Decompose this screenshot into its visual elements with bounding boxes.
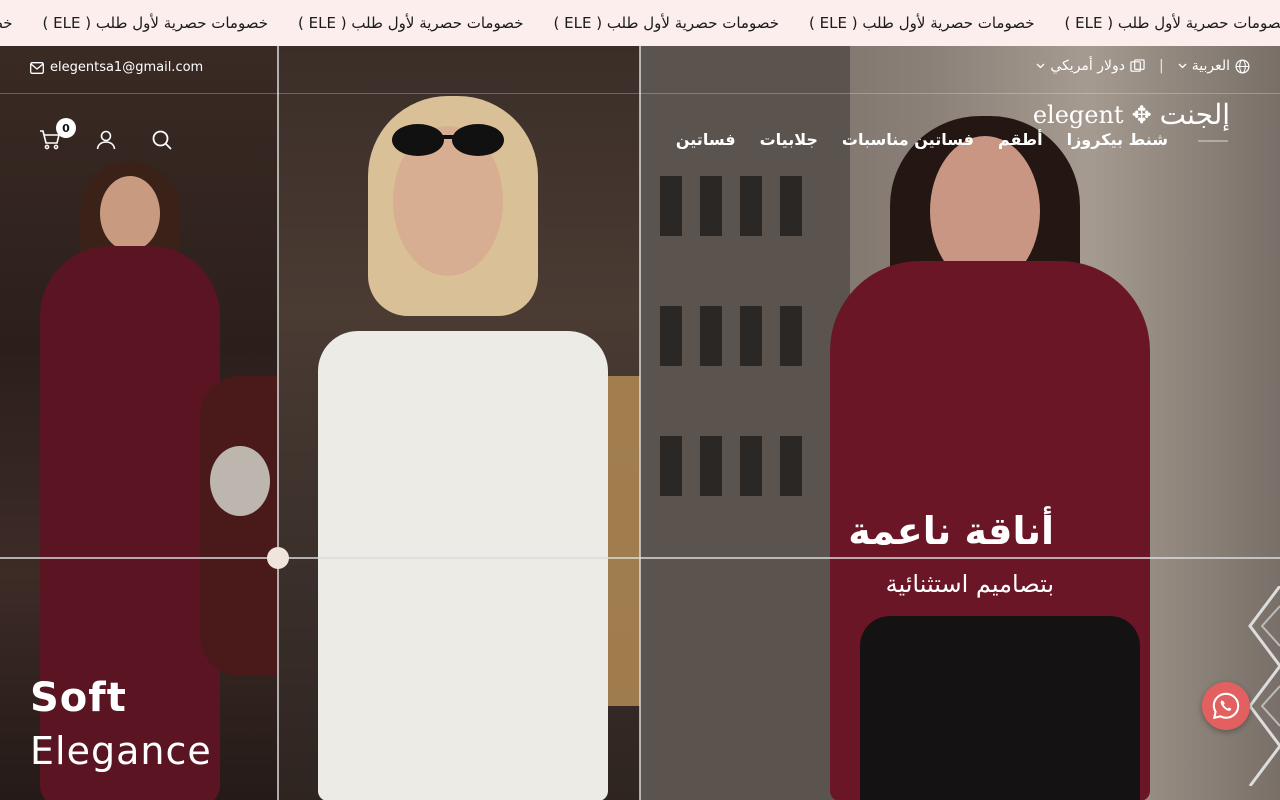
logo-arabic: إلجنت xyxy=(1159,98,1230,131)
contact-email[interactable]: elegentsa1@gmail.com xyxy=(30,60,203,75)
announcement-item: خصومات حصرية لأول طلب ( ELE ) xyxy=(553,14,780,32)
car-headlight xyxy=(210,446,270,516)
money-icon xyxy=(1130,58,1145,72)
hero-subheading: بتصاميم استثنائية xyxy=(885,570,1054,598)
logo-latin: elegent xyxy=(1032,100,1124,129)
divider-line xyxy=(0,557,1280,559)
logo-mark: ✥ xyxy=(1131,100,1152,129)
cart-count-badge: 0 xyxy=(56,118,76,138)
nav-item-dresses[interactable]: فساتين xyxy=(676,130,736,149)
hero-title-right: أناقة ناعمة بتصاميم استثنائية xyxy=(848,504,1054,604)
vintage-car xyxy=(200,376,278,676)
announcement-item: خصومات حصرية لأول طلب ( ELE ) xyxy=(809,14,1035,32)
currency-label: دولار أمريكي xyxy=(1050,58,1126,74)
announcement-bar: خصومات حصرية لأول طلب ( ELE ) خصومات حصر… xyxy=(0,0,1280,46)
hero-title-light: Elegance xyxy=(30,729,212,773)
hero-title-bold: Soft xyxy=(30,675,127,721)
decorative-pattern-icon xyxy=(1248,586,1280,786)
language-label: العربية xyxy=(1191,58,1230,74)
hero-title-left: Soft Elegance xyxy=(30,674,212,776)
language-selector[interactable]: العربية xyxy=(1178,58,1250,74)
locale-switchers: العربية | دولار أمريكي xyxy=(1036,58,1250,74)
search-icon xyxy=(152,130,172,150)
header-actions: 0 xyxy=(38,118,174,152)
nav-item-jalabiyas[interactable]: جلابيات xyxy=(760,130,818,149)
globe-icon xyxy=(1235,59,1250,73)
chevron-down-icon xyxy=(1178,63,1187,69)
search-button[interactable] xyxy=(150,128,174,152)
currency-selector[interactable]: دولار أمريكي xyxy=(1036,58,1145,74)
hero-heading: أناقة ناعمة xyxy=(848,509,1054,553)
email-text: elegentsa1@gmail.com xyxy=(50,60,204,75)
separator: | xyxy=(1159,58,1164,74)
account-button[interactable] xyxy=(94,128,118,152)
whatsapp-button[interactable] xyxy=(1202,682,1250,730)
announcement-item: خصومات حصرية لأول طلب ( ELE ) xyxy=(42,14,269,32)
mail-icon xyxy=(30,61,44,74)
announcement-item: خصومات حصرية لأول طلب ( ELE ) xyxy=(0,14,13,32)
whatsapp-icon xyxy=(1212,692,1240,720)
black-skirt xyxy=(860,616,1140,800)
nav-active-indicator xyxy=(1198,140,1228,142)
announcement-item: خصومات حصرية لأول طلب ( ELE ) xyxy=(1064,14,1280,32)
main-header: elegent ✥ إلجنت فساتين جلابيات فساتين من… xyxy=(0,94,1280,194)
cart-button[interactable]: 0 xyxy=(38,118,76,152)
white-dress xyxy=(318,331,608,800)
brand-logo[interactable]: elegent ✥ إلجنت xyxy=(1033,98,1230,131)
top-info-bar: elegentsa1@gmail.com العربية | دولار أمر… xyxy=(0,46,1280,94)
chevron-down-icon xyxy=(1036,63,1045,69)
slider-handle[interactable] xyxy=(267,547,289,569)
main-nav: فساتين جلابيات فساتين مناسبات أطقم شنط ب… xyxy=(676,130,1168,149)
nav-item-occasion-dresses[interactable]: فساتين مناسبات xyxy=(842,130,974,149)
announcement-item: خصومات حصرية لأول طلب ( ELE ) xyxy=(298,14,524,32)
nav-item-bags[interactable]: شنط بيكروزا xyxy=(1067,130,1168,149)
nav-item-sets[interactable]: أطقم xyxy=(998,130,1043,149)
announcement-track: خصومات حصرية لأول طلب ( ELE ) خصومات حصر… xyxy=(0,0,1280,46)
user-icon xyxy=(96,130,116,150)
